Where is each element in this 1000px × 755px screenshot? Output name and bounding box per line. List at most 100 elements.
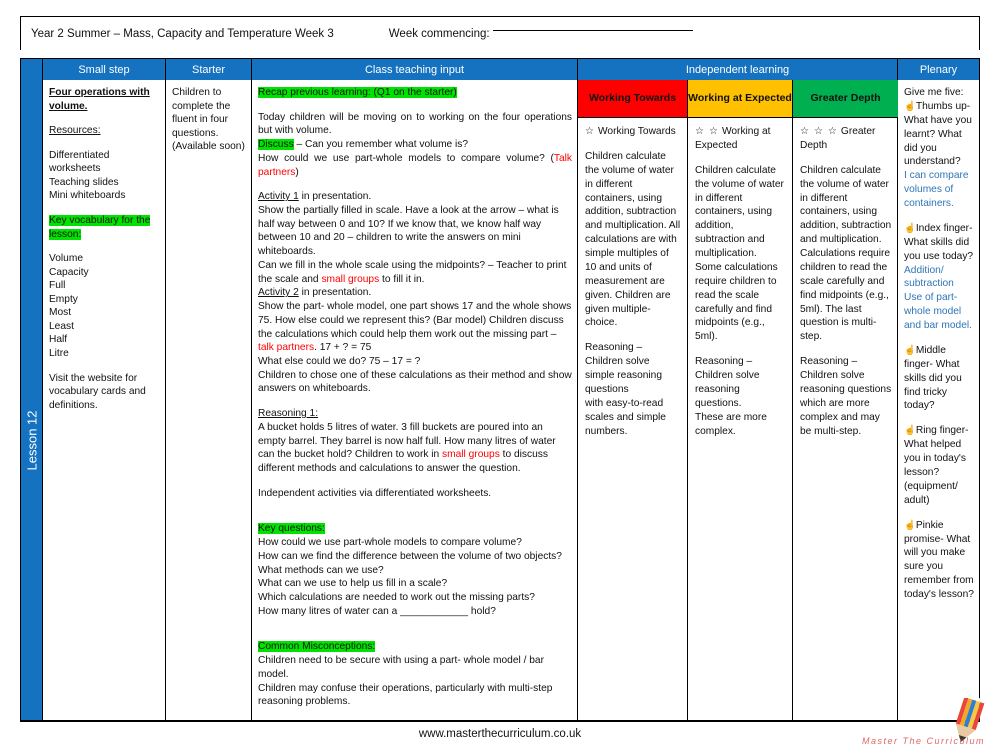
key-question: Which calculations are needed to work ou… [258,592,535,603]
header-working-at-expected: Working at Expected [688,80,793,118]
activity2-body-post: . 17 + ? = 75 [314,342,372,354]
star-icon: ☆ ☆ [695,126,720,137]
vocabulary-item: Litre [49,348,69,359]
plenary-intro: Give me five: [904,87,964,98]
column-header-class-teaching-input: Class teaching input [252,59,578,80]
footer-url: www.masterthecurriculum.co.uk [418,728,582,740]
key-question: How can we find the difference between t… [258,550,562,562]
resource-item: Differentiated worksheets [49,149,110,175]
greater-depth-description: Children calculate the volume of water i… [800,164,892,343]
working-towards-description: Children calculate the volume of water i… [585,150,681,329]
talk-partners-tag: talk partners [258,342,315,354]
vocabulary-item: Empty [49,293,78,305]
footer-divider [20,721,980,722]
recap-heading: Recap previous learning: (Q1 on the star… [258,86,572,100]
plenary-cell: Give me five: ☝Thumbs up- What have you … [898,80,979,720]
starter-cell: Children to complete the fluent in four … [166,80,252,720]
recap-heading-text: Recap previous learning: [258,87,371,98]
vocabulary-item: Full [49,280,66,292]
small-step-cell: Four operations with volume. Resources: … [43,80,166,720]
small-groups-tag: small groups [442,449,500,461]
table-header-row: Small step Starter Class teaching input … [21,59,979,80]
hand-icon: ☝ [904,222,916,234]
small-groups-tag: small groups [321,273,380,285]
vocabulary-item: Least [49,320,74,332]
activity2-label: Activity 2 [258,287,299,299]
working-at-expected-star-line: ☆ ☆ Working at Expected [695,125,786,153]
starter-text: Children to complete the fluent in four … [172,87,245,153]
activity1-body: Show the partially filled in scale. Have… [258,205,559,258]
working-towards-star-line: ☆ Working Towards [585,125,681,139]
activity1-label: Activity 1 [258,191,299,203]
document-header: Year 2 Summer – Mass, Capacity and Tempe… [20,16,980,50]
activity2-body: Show the part- whole model, one part sho… [258,300,572,355]
misconception-item: Children need to be secure with using a … [258,655,544,680]
plenary-item: ☝Index finger- What skills did you use t… [904,222,974,264]
brand-name: Master The Curriculum [862,736,986,746]
activity1-suffix: in presentation. [298,191,372,203]
plenary-question: Ring finger- What helped you in today's … [904,425,969,506]
document-title: Year 2 Summer – Mass, Capacity and Tempe… [31,27,334,40]
column-header-independent-learning: Independent learning [578,59,898,80]
activity2-line3: Children to chose one of these calculati… [258,369,572,395]
hand-icon: ☝ [904,519,916,531]
week-commencing-blank [492,30,693,31]
plenary-item: ☝Pinkie promise- What will you make sure… [904,519,974,602]
teaching-intro: Today children will be moving on to work… [258,111,572,137]
independent-activities-note: Independent activities via differentiate… [258,487,492,499]
week-commencing-label: Week commencing: [388,27,490,40]
misconceptions-label-text: Common Misconceptions: [258,641,376,653]
working-towards-body: ☆ Working Towards Children calculate the… [578,118,688,720]
reasoning-label: Reasoning 1: [258,408,319,420]
key-question: What can we use to help us fill in a sca… [258,578,448,590]
reasoning-body: A bucket holds 5 litres of water. 3 fill… [258,421,572,476]
hand-icon: ☝ [904,344,916,356]
key-question: How could we use part-whole models to co… [258,537,522,549]
column-header-lesson-spacer [21,59,43,80]
star-icon: ☆ ☆ ☆ [800,126,839,137]
lesson-number-label: Lesson 12 [24,410,39,471]
working-at-expected-body: ☆ ☆ Working at Expected Children calcula… [688,118,793,720]
independent-learning-cell: Working Towards Working at Expected Grea… [578,80,898,720]
vocabulary-item: Volume [49,253,83,265]
activity1-heading: Activity 1 in presentation. [258,190,572,204]
activity2-suffix: in presentation. [298,287,372,299]
working-at-expected-description: Children calculate the volume of water i… [695,164,784,343]
working-towards-reasoning: Reasoning – Children solve simple reason… [585,342,663,395]
resources-label: Resources: [49,125,101,137]
key-question: How many litres of water can a _________… [258,605,496,617]
key-questions-label-text: Key questions: [258,523,325,535]
plenary-item: ☝Middle finger- What skills did you find… [904,344,974,413]
misconception-item: Children may confuse their operations, p… [258,682,553,708]
key-questions-label: Key questions: [258,522,572,536]
plenary-question: Pinkie promise- What will you make sure … [904,519,974,601]
column-header-small-step: Small step [43,59,166,80]
greater-depth-reasoning: Reasoning – Children solve reasoning que… [800,356,892,437]
activity1-body2-post: to fill it in. [379,273,425,285]
key-vocabulary-label-text: Key vocabulary for the lesson: [49,214,151,240]
column-header-starter: Starter [166,59,252,80]
key-vocabulary-label: Key vocabulary for the lesson: [49,214,160,241]
lesson-number-strip: Lesson 12 [21,80,43,720]
small-step-footer-note: Visit the website for vocabulary cards a… [49,372,146,411]
key-question: What methods can we use? [258,564,384,576]
discuss-question-2: How could we use part-whole models to co… [258,152,572,179]
discuss-line: Discuss – Can you remember what volume i… [258,138,572,152]
activity2-line2: What else could we do? 75 – 17 = ? [258,355,421,367]
activity2-body-pre: Show the part- whole model, one part sho… [258,301,572,340]
header-working-towards: Working Towards [578,80,688,118]
discuss-label: Discuss [258,139,294,151]
class-teaching-input-cell: Recap previous learning: (Q1 on the star… [252,80,578,720]
recap-heading-suffix: (Q1 on the starter) [370,87,457,98]
plenary-item: ☝Ring finger- What helped you in today's… [904,424,974,507]
working-towards-reasoning-2: with easy-to-read scales and simple numb… [585,397,666,437]
vocabulary-item: Capacity [49,266,89,278]
star-icon: ☆ [585,126,596,137]
activity2-heading: Activity 2 in presentation. [258,286,572,300]
independent-header-row: Working Towards Working at Expected Grea… [578,80,898,118]
misconceptions-label: Common Misconceptions: [258,640,572,654]
plenary-item: ☝Thumbs up- What have you learnt? What d… [904,100,974,169]
plenary-answer: I can compare volumes of containers. [904,170,969,210]
discuss-q2-pre: How could we use part-whole models to co… [258,152,554,164]
column-header-plenary: Plenary [919,63,958,76]
